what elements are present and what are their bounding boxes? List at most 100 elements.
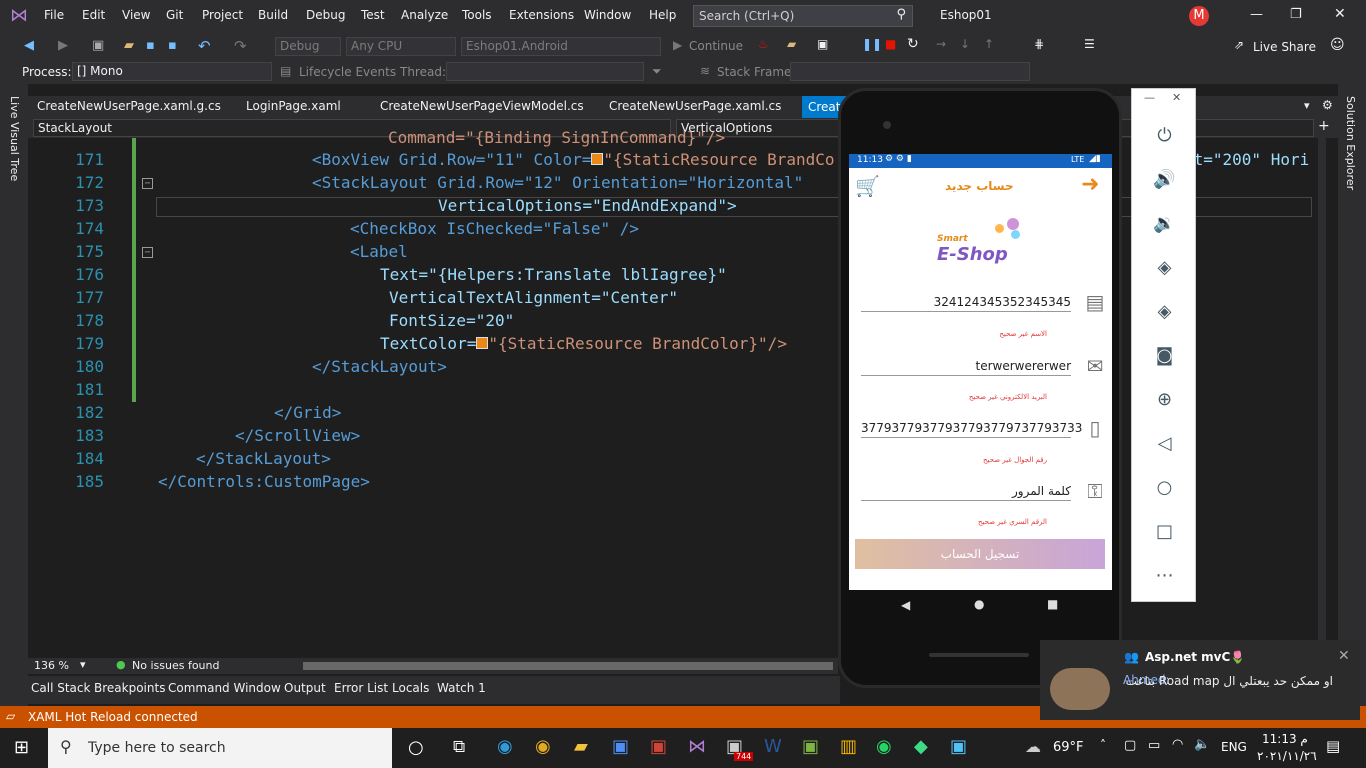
breakpoints-icon[interactable]: ⋕ <box>1034 37 1044 51</box>
tab-call-stack[interactable]: Call Stack <box>31 681 90 695</box>
search-box[interactable]: Search (Ctrl+Q) ⚲ <box>693 5 913 27</box>
tray-icon[interactable]: ▢ <box>1124 738 1136 753</box>
horizontal-scrollbar[interactable] <box>303 662 833 670</box>
home-icon[interactable]: ○ <box>1132 477 1197 498</box>
battery-icon[interactable]: ▭ <box>1148 738 1160 753</box>
open-folder-icon[interactable]: ▰ <box>124 38 134 53</box>
continue-button[interactable]: Continue <box>689 39 743 53</box>
tray-chevron-icon[interactable]: ˄ <box>1100 738 1106 752</box>
lifecycle-events[interactable]: Lifecycle Events <box>299 65 396 79</box>
emu-minimize-icon[interactable]: — <box>1144 91 1155 104</box>
notification-close-icon[interactable]: ✕ <box>1338 648 1350 664</box>
menu-help[interactable]: Help <box>649 8 676 22</box>
emu-close-icon[interactable]: ✕ <box>1172 91 1181 104</box>
save-icon[interactable]: ▪ <box>146 38 155 53</box>
forward-icon[interactable]: ▶ <box>58 38 68 53</box>
new-project-icon[interactable]: ▣ <box>92 38 104 53</box>
app-icon[interactable]: ▣ <box>802 736 819 757</box>
collapse-icon[interactable]: − <box>142 247 153 258</box>
split-add-icon[interactable]: + <box>1318 118 1330 134</box>
clock-time[interactable]: 11:13 م <box>1262 732 1308 746</box>
tab-output[interactable]: Output <box>284 681 326 695</box>
vertical-scrollbar[interactable] <box>1318 138 1326 658</box>
task-view-icon[interactable]: ⧉ <box>453 737 465 757</box>
menu-extensions[interactable]: Extensions <box>509 8 574 22</box>
close-icon[interactable]: ✕ <box>1334 6 1346 22</box>
tab-createnewuserpageviewmodel[interactable]: CreateNewUserPageViewModel.cs <box>380 99 584 113</box>
power-icon[interactable]: ⏻ <box>1132 125 1197 146</box>
zoom-dropdown-icon[interactable]: ▾ <box>80 658 86 671</box>
cortana-icon[interactable]: ○ <box>408 737 424 758</box>
live-share-icon[interactable]: ⇗ <box>1234 38 1244 52</box>
edge-icon[interactable]: ◉ <box>497 736 513 757</box>
register-button[interactable]: تسجيل الحساب <box>855 539 1105 569</box>
menu-project[interactable]: Project <box>202 8 243 22</box>
pause-icon[interactable]: ❚❚ <box>862 37 882 51</box>
action-center-icon[interactable]: ▤ <box>1326 737 1340 755</box>
android-emulator-icon[interactable]: ◆ <box>914 736 928 757</box>
password-field[interactable]: كلمة المرور <box>861 484 1071 501</box>
platform-select[interactable]: Any CPU <box>346 37 456 56</box>
restart-icon[interactable]: ↻ <box>907 36 919 52</box>
volume-up-icon[interactable]: 🔊 <box>1132 169 1197 190</box>
process-select[interactable]: [] Mono <box>72 62 272 81</box>
whatsapp-icon[interactable]: ◉ <box>876 736 892 757</box>
office-icon[interactable]: ▣ <box>650 736 667 757</box>
language-indicator[interactable]: ENG <box>1221 740 1247 754</box>
menu-window[interactable]: Window <box>584 8 631 22</box>
thread-select[interactable] <box>446 62 644 81</box>
taskbar-search-input[interactable]: Type here to search <box>88 740 226 756</box>
volume-icon[interactable]: 🔈 <box>1194 737 1210 752</box>
tab-loginpage-xaml[interactable]: LoginPage.xaml <box>246 99 341 113</box>
step-out-icon[interactable]: ↑ <box>984 37 994 51</box>
collapse-icon[interactable]: − <box>142 178 153 189</box>
tab-createnewuserpage-xaml-cs[interactable]: CreateNewUserPage.xaml.cs <box>609 99 781 113</box>
project-select[interactable]: Eshop01.Android <box>461 37 661 56</box>
undo-icon[interactable]: ↶ <box>198 37 211 55</box>
play-icon[interactable]: ▶ <box>673 38 682 52</box>
redo-icon[interactable]: ↷ <box>234 37 247 55</box>
whatsapp-notification[interactable]: 👥 Asp.net mvC🌷 ✕ Ahmed: او ممكن حد يبعتل… <box>1040 640 1360 720</box>
app-icon[interactable]: ▣ <box>612 736 629 757</box>
id-field[interactable]: 324124345352345345 <box>861 295 1071 312</box>
zoom-icon[interactable]: ⊕ <box>1132 389 1197 410</box>
hot-reload-icon[interactable]: ♨ <box>758 37 769 51</box>
config-select[interactable]: Debug <box>275 37 341 56</box>
folder-icon[interactable]: ▰ <box>787 37 796 51</box>
photos-icon[interactable]: ▣ <box>950 736 967 757</box>
emulator-screen[interactable]: 11:13 ⚙ ⚙ ▮ LTE ◢▮ 🛒 حساب جديد ➜ Smart E… <box>849 154 1112 590</box>
minimize-icon[interactable]: — <box>1250 7 1263 22</box>
taskbar-search-box[interactable]: ⚲ Type here to search <box>48 728 392 768</box>
save-all-icon[interactable]: ▪ <box>168 38 177 53</box>
hot-reload-status[interactable]: XAML Hot Reload connected <box>28 710 198 724</box>
rotate-left-icon[interactable]: ◈ <box>1132 257 1197 278</box>
phone-field[interactable]: 37793779377937793779737793733 <box>861 421 1082 438</box>
feedback-icon[interactable]: ☺ <box>1330 37 1345 53</box>
temperature[interactable]: 69°F <box>1053 740 1084 755</box>
step-over-icon[interactable]: → <box>936 37 946 51</box>
menu-test[interactable]: Test <box>361 8 385 22</box>
tab-watch-1[interactable]: Watch 1 <box>437 681 486 695</box>
home-nav-icon[interactable]: ● <box>974 597 984 611</box>
menu-edit[interactable]: Edit <box>82 8 105 22</box>
restore-icon[interactable]: ❐ <box>1290 7 1302 22</box>
live-visual-tree-tab[interactable]: Live Visual Tree <box>8 96 21 181</box>
tab-overflow-icon[interactable]: ▾ <box>1304 99 1310 112</box>
back-icon[interactable]: ◁ <box>1132 433 1197 454</box>
file-explorer-icon[interactable]: ▰ <box>574 736 588 757</box>
more-icon[interactable]: ⋯ <box>1132 565 1197 586</box>
issues-status[interactable]: No issues found <box>132 659 219 672</box>
menu-analyze[interactable]: Analyze <box>401 8 448 22</box>
overview-icon[interactable]: □ <box>1132 521 1197 542</box>
wifi-icon[interactable]: ◠ <box>1172 737 1183 752</box>
menu-git[interactable]: Git <box>166 8 183 22</box>
tab-error-list[interactable]: Error List <box>334 681 388 695</box>
step-into-icon[interactable]: ↓ <box>960 37 970 51</box>
menu-tools[interactable]: Tools <box>462 8 492 22</box>
back-nav-icon[interactable]: ◀ <box>901 598 910 612</box>
tab-breakpoints[interactable]: Breakpoints <box>94 681 165 695</box>
clock-date[interactable]: ٢٠٢١/١١/٢٦ <box>1257 749 1317 763</box>
back-icon[interactable]: ◀ <box>24 38 34 53</box>
email-field[interactable]: terwerwererwer <box>861 359 1071 376</box>
live-share-button[interactable]: Live Share <box>1253 40 1316 54</box>
